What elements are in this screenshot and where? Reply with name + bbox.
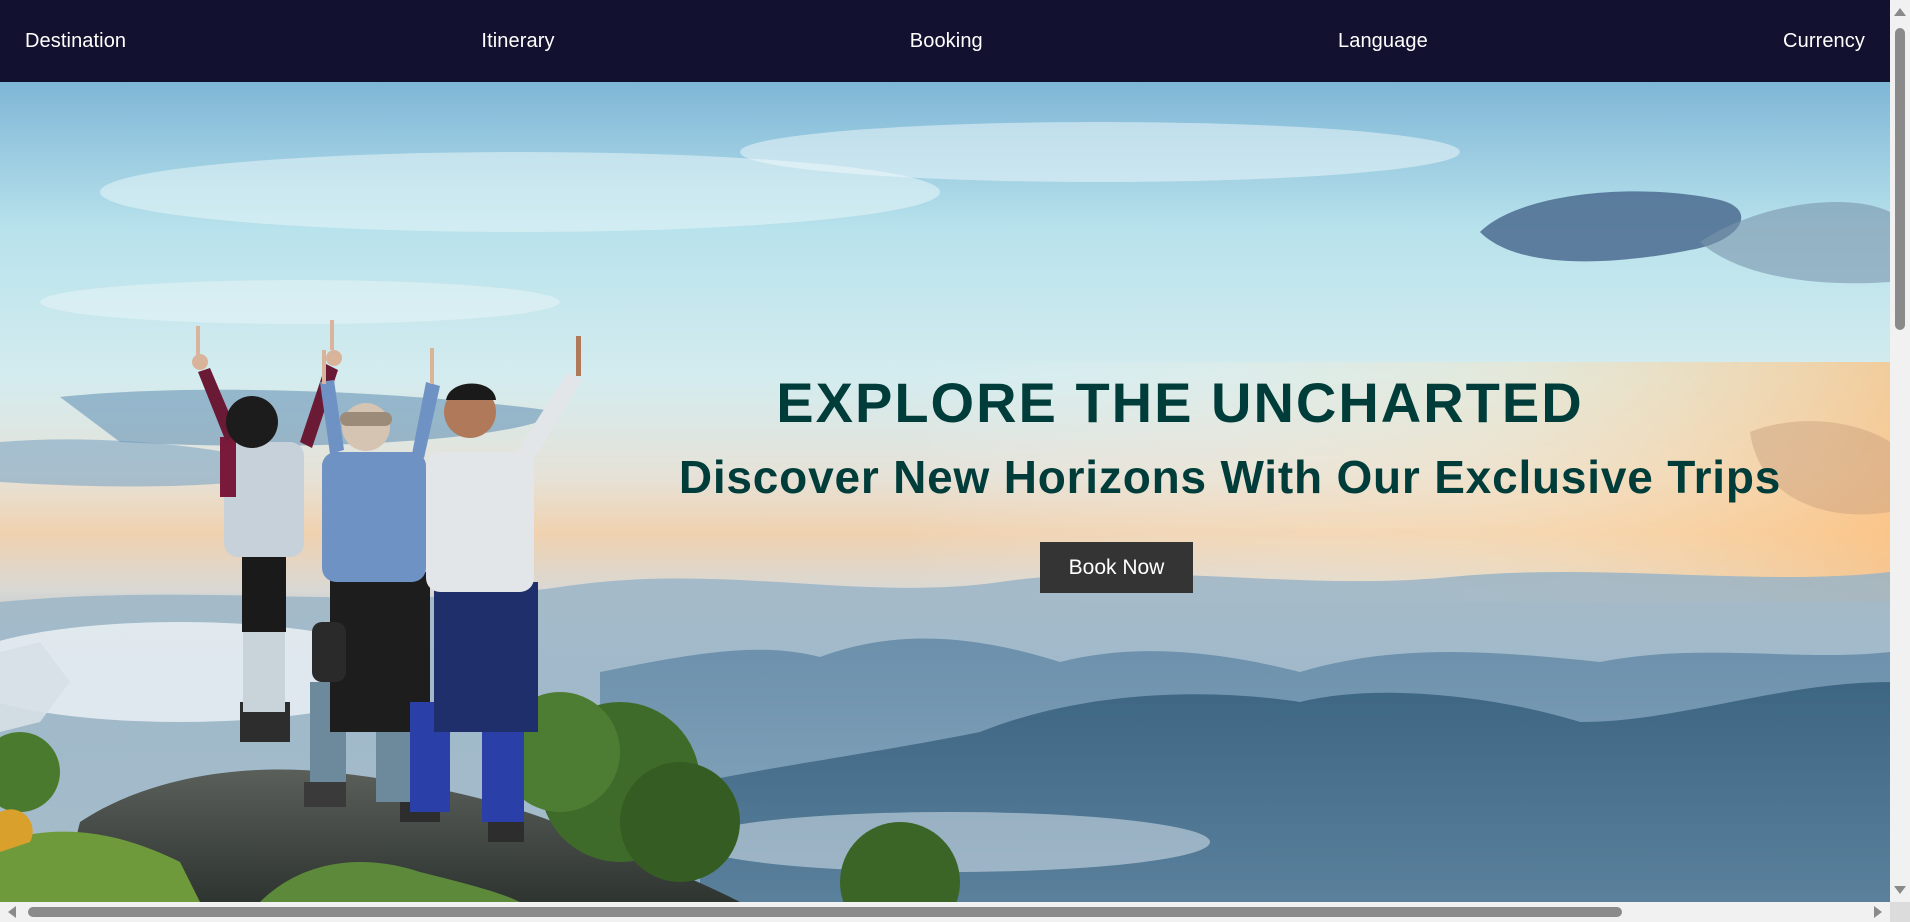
scroll-right-arrow-icon[interactable] xyxy=(1874,906,1882,918)
nav-link-booking[interactable]: Booking xyxy=(910,30,983,53)
horizontal-scrollbar[interactable] xyxy=(0,902,1890,922)
vertical-scrollbar-thumb[interactable] xyxy=(1895,28,1905,330)
scrollbar-corner xyxy=(1890,902,1910,922)
page-viewport: Destination Itinerary Booking Language C… xyxy=(0,0,1890,902)
nav-link-language[interactable]: Language xyxy=(1338,30,1428,53)
vertical-scrollbar[interactable] xyxy=(1890,0,1910,902)
nav-link-currency[interactable]: Currency xyxy=(1783,30,1865,53)
hero-title: EXPLORE THE UNCHARTED xyxy=(776,371,1584,434)
hero-banner: EXPLORE THE UNCHARTED Discover New Horiz… xyxy=(0,82,1890,902)
hero-subtitle: Discover New Horizons With Our Exclusive… xyxy=(678,451,1782,503)
horizontal-scrollbar-thumb[interactable] xyxy=(28,907,1622,917)
book-now-button[interactable]: Book Now xyxy=(1040,542,1193,593)
scroll-up-arrow-icon[interactable] xyxy=(1894,8,1906,16)
nav-link-itinerary[interactable]: Itinerary xyxy=(481,30,554,53)
top-navigation: Destination Itinerary Booking Language C… xyxy=(0,0,1890,82)
scroll-down-arrow-icon[interactable] xyxy=(1894,886,1906,894)
nav-link-destination[interactable]: Destination xyxy=(25,30,126,53)
scroll-left-arrow-icon[interactable] xyxy=(8,906,16,918)
